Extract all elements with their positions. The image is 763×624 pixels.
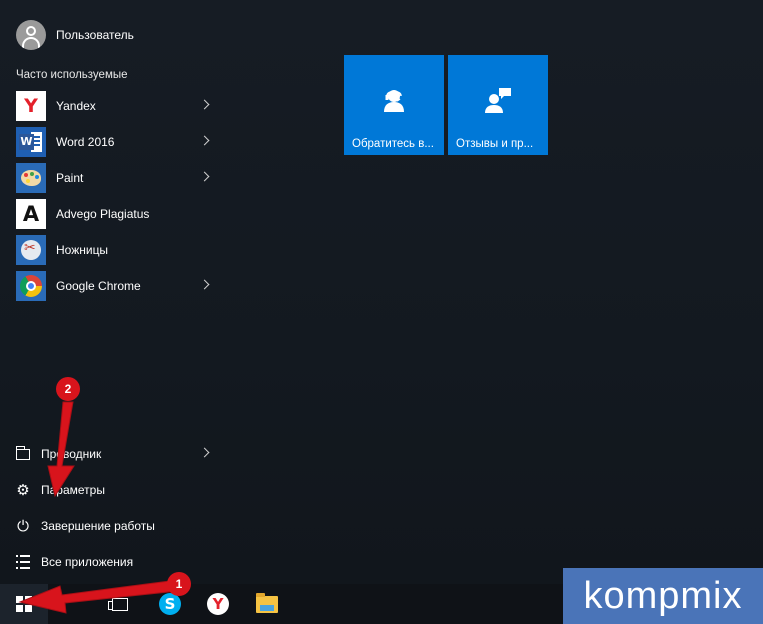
contact-support-icon bbox=[384, 90, 404, 112]
tile-contact-support[interactable]: Обратитесь в... bbox=[344, 55, 444, 155]
step-2-badge: 2 bbox=[56, 377, 80, 401]
explorer-item[interactable]: Проводник bbox=[0, 436, 222, 472]
power-icon: ⏻ bbox=[17, 517, 29, 535]
power-item[interactable]: ⏻ Завершение работы bbox=[0, 508, 222, 544]
yandex-browser-icon: Y bbox=[207, 593, 229, 615]
app-label: Google Chrome bbox=[56, 279, 141, 293]
start-bottom-list: Проводник ⚙ Параметры ⏻ Завершение работ… bbox=[0, 436, 222, 580]
advego-icon: A bbox=[16, 199, 46, 229]
user-account-button[interactable]: Пользователь bbox=[16, 20, 134, 50]
word-icon: W bbox=[16, 127, 46, 157]
all-apps-label: Все приложения bbox=[41, 555, 134, 569]
user-name: Пользователь bbox=[56, 28, 134, 42]
scissors-icon bbox=[16, 235, 46, 265]
start-button[interactable] bbox=[0, 584, 48, 624]
power-label: Завершение работы bbox=[41, 519, 155, 533]
settings-label: Параметры bbox=[41, 483, 105, 497]
skype-icon: S bbox=[159, 593, 181, 615]
tile-label: Обратитесь в... bbox=[352, 138, 434, 150]
all-apps-item[interactable]: Все приложения bbox=[0, 544, 222, 580]
gear-icon: ⚙ bbox=[16, 481, 30, 499]
app-item-word[interactable]: W Word 2016 bbox=[0, 124, 222, 160]
file-explorer-taskbar-button[interactable] bbox=[247, 584, 287, 624]
chevron-right-icon[interactable] bbox=[199, 447, 210, 458]
app-item-paint[interactable]: Paint bbox=[0, 160, 222, 196]
chrome-icon bbox=[16, 271, 46, 301]
yandex-icon: Y bbox=[16, 91, 46, 121]
app-item-yandex[interactable]: Y Yandex bbox=[0, 88, 222, 124]
app-label: Advego Plagiatus bbox=[56, 207, 150, 221]
app-label: Paint bbox=[56, 171, 84, 185]
list-icon bbox=[13, 552, 33, 572]
settings-item[interactable]: ⚙ Параметры bbox=[0, 472, 222, 508]
windows-logo-icon bbox=[16, 596, 32, 612]
chevron-right-icon[interactable] bbox=[199, 279, 210, 290]
tile-feedback[interactable]: Отзывы и пр... bbox=[448, 55, 548, 155]
app-item-advego[interactable]: A Advego Plagiatus bbox=[0, 196, 222, 232]
app-label: Yandex bbox=[56, 99, 96, 113]
folder-icon bbox=[13, 444, 33, 464]
chevron-right-icon[interactable] bbox=[199, 135, 210, 146]
step-1-badge: 1 bbox=[167, 572, 191, 596]
yandex-taskbar-button[interactable]: Y bbox=[198, 584, 238, 624]
explorer-label: Проводник bbox=[41, 447, 102, 461]
most-used-list: Y Yandex W Word 2016 Paint A Advego Plag… bbox=[0, 88, 222, 304]
user-avatar-icon bbox=[16, 20, 46, 50]
task-view-icon bbox=[108, 597, 128, 611]
paint-icon bbox=[16, 163, 46, 193]
app-label: Ножницы bbox=[56, 243, 109, 257]
file-explorer-icon bbox=[256, 592, 278, 613]
app-item-scissors[interactable]: Ножницы bbox=[0, 232, 222, 268]
watermark-text: kompmix bbox=[583, 574, 743, 617]
app-item-chrome[interactable]: Google Chrome bbox=[0, 268, 222, 304]
app-label: Word 2016 bbox=[56, 135, 115, 149]
feedback-icon bbox=[485, 88, 511, 113]
chevron-right-icon[interactable] bbox=[199, 99, 210, 110]
chevron-right-icon[interactable] bbox=[199, 171, 210, 182]
most-used-heading: Часто используемые bbox=[16, 69, 128, 81]
tile-label: Отзывы и пр... bbox=[456, 138, 534, 150]
start-menu-left-column: Пользователь Часто используемые Y Yandex… bbox=[0, 0, 222, 584]
task-view-button[interactable] bbox=[100, 584, 140, 624]
start-menu: Пользователь Часто используемые Y Yandex… bbox=[0, 0, 763, 584]
kompmix-watermark: kompmix bbox=[563, 568, 763, 624]
